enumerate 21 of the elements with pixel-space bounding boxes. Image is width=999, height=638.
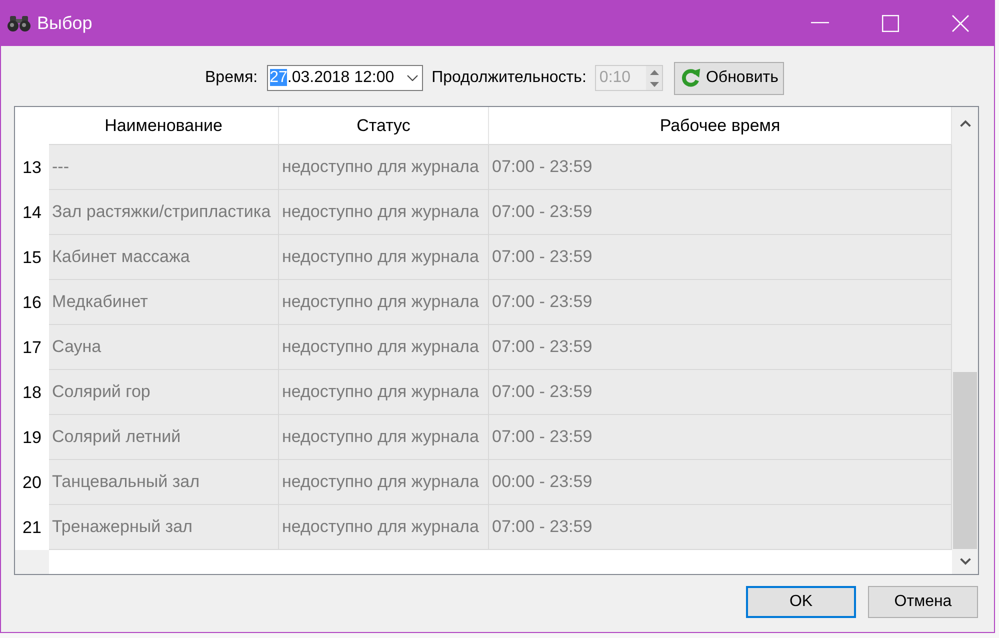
caret-icon [406,75,418,81]
maximize-icon[interactable] [882,14,898,32]
date-field[interactable]: 27.03.2018 12:00 [266,65,423,91]
scroll-up-icon[interactable] [960,120,970,126]
duration-label: Продолжительность: [432,69,586,87]
refresh-button[interactable]: Обновить [674,62,784,94]
column-header[interactable]: Наименование [49,107,279,145]
scroll-down-icon[interactable] [960,558,970,565]
empty-row-header [15,550,49,574]
column-header[interactable]: Рабочее время [489,107,952,145]
binoculars-icon [7,14,31,32]
scrollbar-thumb[interactable] [953,372,977,549]
dialog-button[interactable]: Отмена [868,586,978,618]
close-icon[interactable] [952,14,968,32]
dialog-button[interactable]: OK [746,586,856,618]
minimize-icon[interactable] [811,22,829,24]
column-header[interactable]: Статус [279,107,489,145]
window-title: Выбор [37,12,92,34]
time-label: Время: [205,69,258,87]
scrollbar[interactable] [952,107,978,574]
refresh-icon [680,67,702,89]
